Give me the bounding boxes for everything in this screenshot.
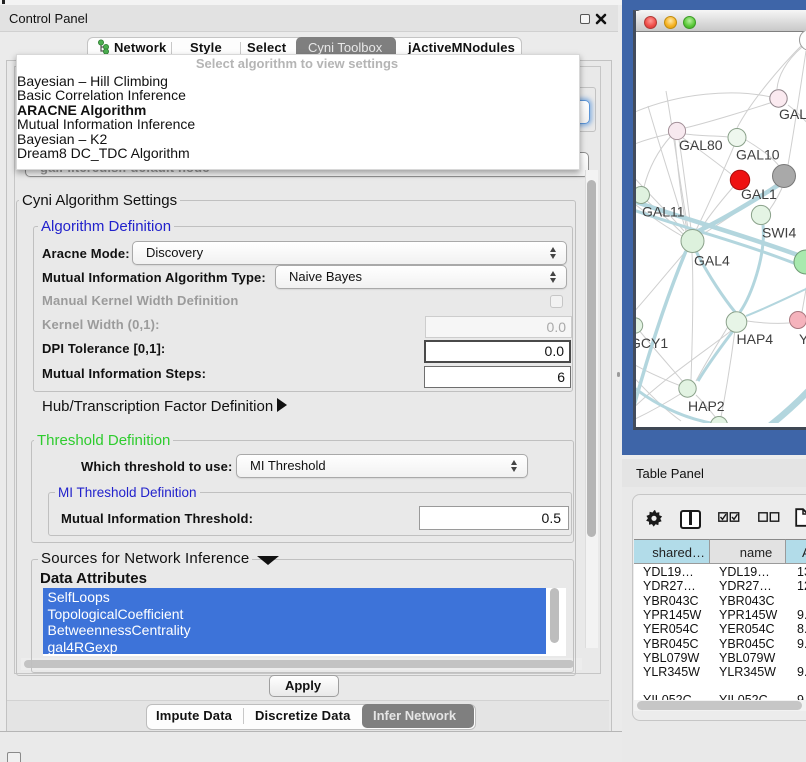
svg-text:GAL1: GAL1 [741,186,777,202]
svg-text:HAP4: HAP4 [737,331,774,347]
svg-text:GAL4: GAL4 [694,253,730,269]
svg-text:GCY1: GCY1 [636,335,668,351]
svg-text:GAL11: GAL11 [642,204,685,220]
svg-text:GAL80: GAL80 [679,137,723,153]
svg-text:GAL10: GAL10 [736,147,780,163]
svg-text:Y: Y [799,331,806,347]
svg-text:GAL2: GAL2 [779,106,806,122]
svg-text:SWI4: SWI4 [762,225,796,241]
svg-text:HAP2: HAP2 [688,398,725,414]
